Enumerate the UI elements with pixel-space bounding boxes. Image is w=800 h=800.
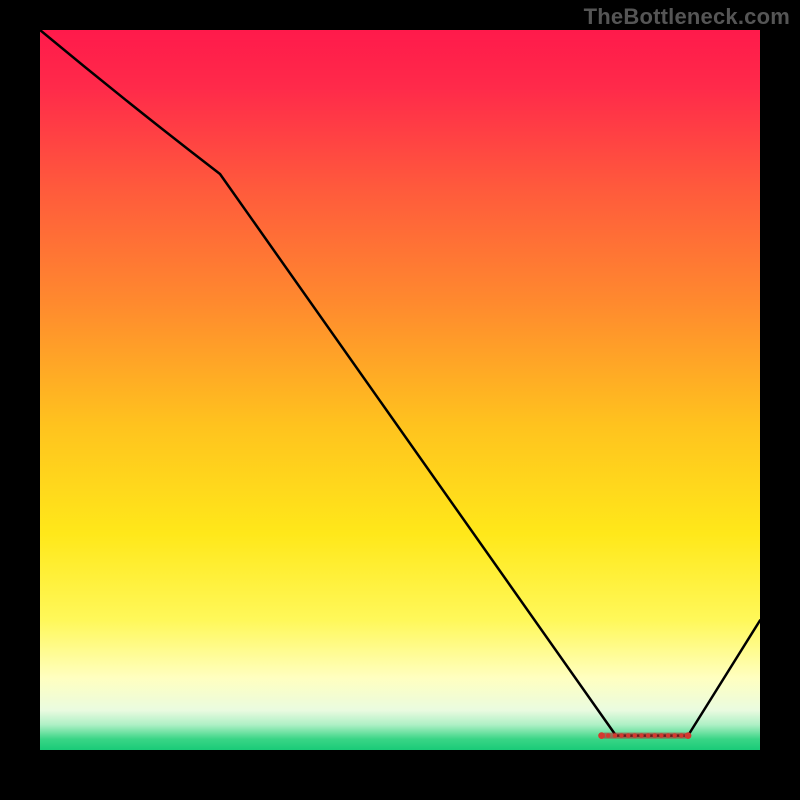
- plot-area: [40, 30, 760, 750]
- chart-canvas: TheBottleneck.com: [0, 0, 800, 800]
- plot-svg: [40, 30, 760, 750]
- gradient-background: [40, 30, 760, 750]
- watermark-text: TheBottleneck.com: [584, 4, 790, 30]
- marker-band: [598, 732, 691, 739]
